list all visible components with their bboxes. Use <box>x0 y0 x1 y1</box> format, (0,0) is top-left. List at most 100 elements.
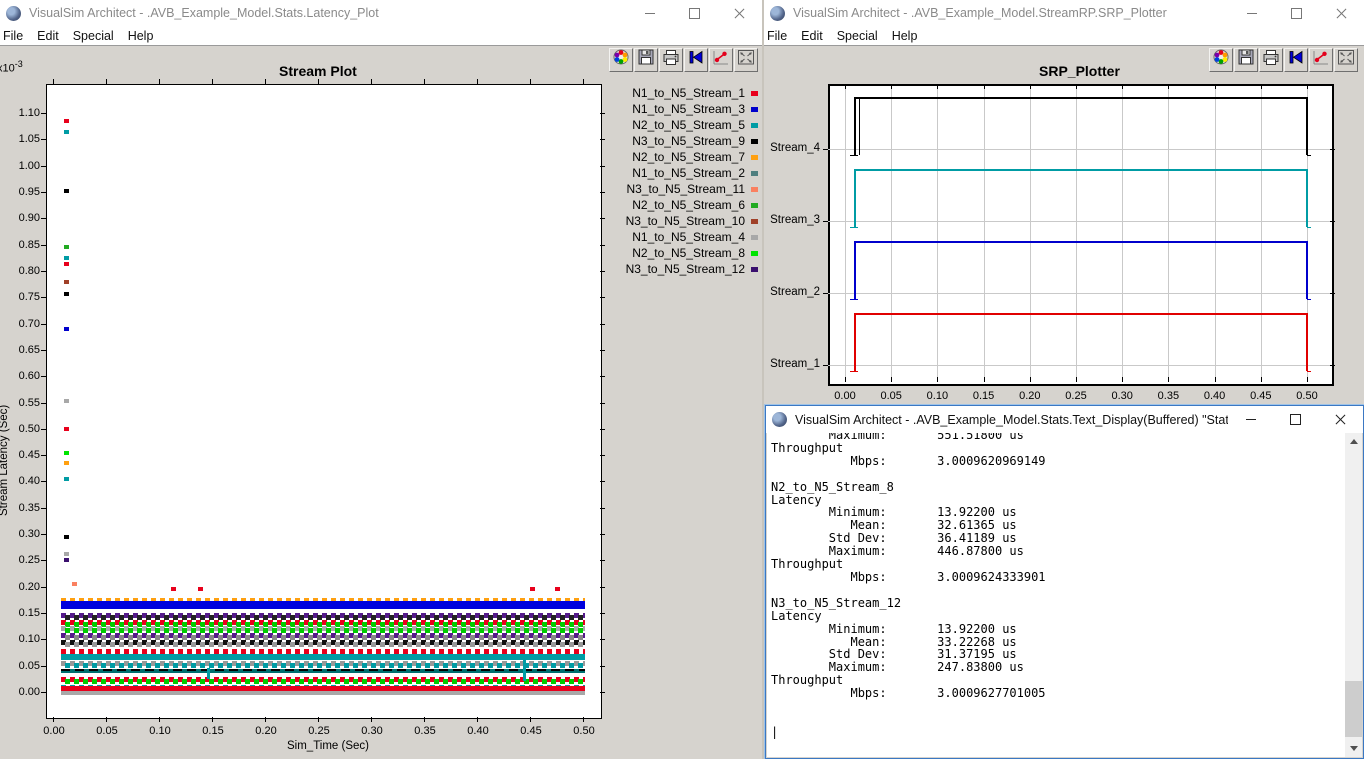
signal-rise <box>854 169 856 227</box>
scroll-up-button[interactable] <box>1345 433 1362 450</box>
menu-special[interactable]: Special <box>830 29 885 43</box>
latency-plot-content: x10-3 Stream Plot Stream Latency (Sec) S… <box>0 46 762 759</box>
fullscreen-button[interactable] <box>734 48 758 72</box>
x-tick-label: 0.20 <box>1016 390 1044 402</box>
signal-baseline <box>850 227 858 228</box>
srp-titlebar[interactable]: VisualSim Architect - .AVB_Example_Model… <box>764 0 1364 26</box>
y-tick <box>41 376 46 377</box>
minimize-button[interactable] <box>1228 406 1273 433</box>
close-button[interactable] <box>1318 406 1363 433</box>
print-icon <box>662 49 680 71</box>
x-tick-label: 0.45 <box>517 725 545 737</box>
scroll-down-button[interactable] <box>1345 740 1362 757</box>
y-tick-label: 1.05 <box>10 133 40 145</box>
y-tick-label: 0.05 <box>10 660 40 672</box>
print-button[interactable] <box>1259 48 1283 72</box>
stats-text: Maximum: 551.51800 us Throughput Mbps: 3… <box>771 433 1345 739</box>
rewind-button[interactable] <box>1284 48 1308 72</box>
save-button[interactable] <box>1234 48 1258 72</box>
band-layer <box>65 679 585 684</box>
data-point <box>198 587 203 591</box>
signal-baseline-end <box>1307 371 1311 372</box>
v-gridline <box>845 84 846 382</box>
close-icon <box>734 8 745 19</box>
x-tick-top <box>318 79 319 84</box>
menu-edit[interactable]: Edit <box>794 29 830 43</box>
y-tick-right <box>600 297 605 298</box>
stats-text-area[interactable]: Maximum: 551.51800 us Throughput Mbps: 3… <box>767 433 1345 757</box>
x-tick-top <box>53 79 54 84</box>
maximize-button[interactable] <box>1274 0 1319 26</box>
data-point <box>530 587 535 591</box>
y-tick-right <box>600 113 605 114</box>
x-axis-label: Sim_Time (Sec) <box>287 740 369 752</box>
y-tick <box>41 324 46 325</box>
stream-label: Stream_3 <box>766 214 820 226</box>
glitch-line <box>523 656 526 681</box>
x-tick-top <box>106 79 107 84</box>
text-display-titlebar[interactable]: VisualSim Architect - .AVB_Example_Model… <box>766 406 1363 433</box>
y-tick-label: 0.10 <box>10 633 40 645</box>
minimize-button[interactable] <box>1229 0 1274 26</box>
menu-special[interactable]: Special <box>66 29 121 43</box>
data-point <box>64 427 69 431</box>
legend-item: N3_to_N5_Stream_10 <box>626 214 758 228</box>
color-wheel-button[interactable] <box>609 48 633 72</box>
legend-marker <box>751 235 758 240</box>
close-button[interactable] <box>717 0 762 26</box>
data-point <box>64 552 69 556</box>
color-wheel-button[interactable] <box>1209 48 1233 72</box>
rewind-button[interactable] <box>684 48 708 72</box>
legend-label: N2_to_N5_Stream_7 <box>632 150 745 164</box>
x-tick-top <box>1122 84 1123 89</box>
y-tick-label: 0.55 <box>10 397 40 409</box>
minimize-icon <box>1246 419 1256 420</box>
data-point <box>555 587 560 591</box>
data-point <box>64 535 69 539</box>
srp-plotter-window: VisualSim Architect - .AVB_Example_Model… <box>764 0 1364 410</box>
srp-window-title: VisualSim Architect - .AVB_Example_Model… <box>793 6 1167 20</box>
plot-points-button[interactable] <box>1309 48 1333 72</box>
x-tick-label: 0.15 <box>199 725 227 737</box>
x-tick-top <box>1030 84 1031 89</box>
scatter-band <box>61 668 585 673</box>
save-button[interactable] <box>634 48 658 72</box>
legend-label: N1_to_N5_Stream_2 <box>632 166 745 180</box>
maximize-button[interactable] <box>1273 406 1318 433</box>
scatter-band <box>61 661 585 667</box>
srp-plot-title: SRP_Plotter <box>1039 63 1120 79</box>
data-point <box>64 477 69 481</box>
fullscreen-button[interactable] <box>1334 48 1358 72</box>
y-tick-label: 0.15 <box>10 607 40 619</box>
menu-help[interactable]: Help <box>121 29 161 43</box>
vertical-scrollbar[interactable] <box>1345 433 1362 757</box>
menu-edit[interactable]: Edit <box>30 29 66 43</box>
x-tick-label: 0.50 <box>1293 390 1321 402</box>
print-button[interactable] <box>659 48 683 72</box>
v-gridline <box>984 84 985 382</box>
legend-marker <box>751 219 758 224</box>
menu-file[interactable]: File <box>760 29 794 43</box>
maximize-button[interactable] <box>672 0 717 26</box>
legend-marker <box>751 171 758 176</box>
y-tick <box>41 560 46 561</box>
x-tick-label: 0.35 <box>411 725 439 737</box>
legend-item: N3_to_N5_Stream_9 <box>632 134 758 148</box>
rewind-icon <box>687 49 705 71</box>
scrollbar-thumb[interactable] <box>1345 681 1362 737</box>
latency-titlebar[interactable]: VisualSim Architect - .AVB_Example_Model… <box>0 0 762 26</box>
minimize-button[interactable] <box>627 0 672 26</box>
plot-points-button[interactable] <box>709 48 733 72</box>
y-tick-right <box>600 692 605 693</box>
y-tick-label: 0.95 <box>10 186 40 198</box>
y-tick-right <box>1330 221 1335 222</box>
x-tick <box>583 717 584 722</box>
menu-file[interactable]: File <box>0 29 30 43</box>
menu-help[interactable]: Help <box>885 29 925 43</box>
x-tick <box>424 717 425 722</box>
x-tick-label: 0.10 <box>923 390 951 402</box>
x-tick-label: 0.25 <box>305 725 333 737</box>
h-gridline <box>828 365 1330 366</box>
close-button[interactable] <box>1319 0 1364 26</box>
signal-baseline <box>850 371 858 372</box>
